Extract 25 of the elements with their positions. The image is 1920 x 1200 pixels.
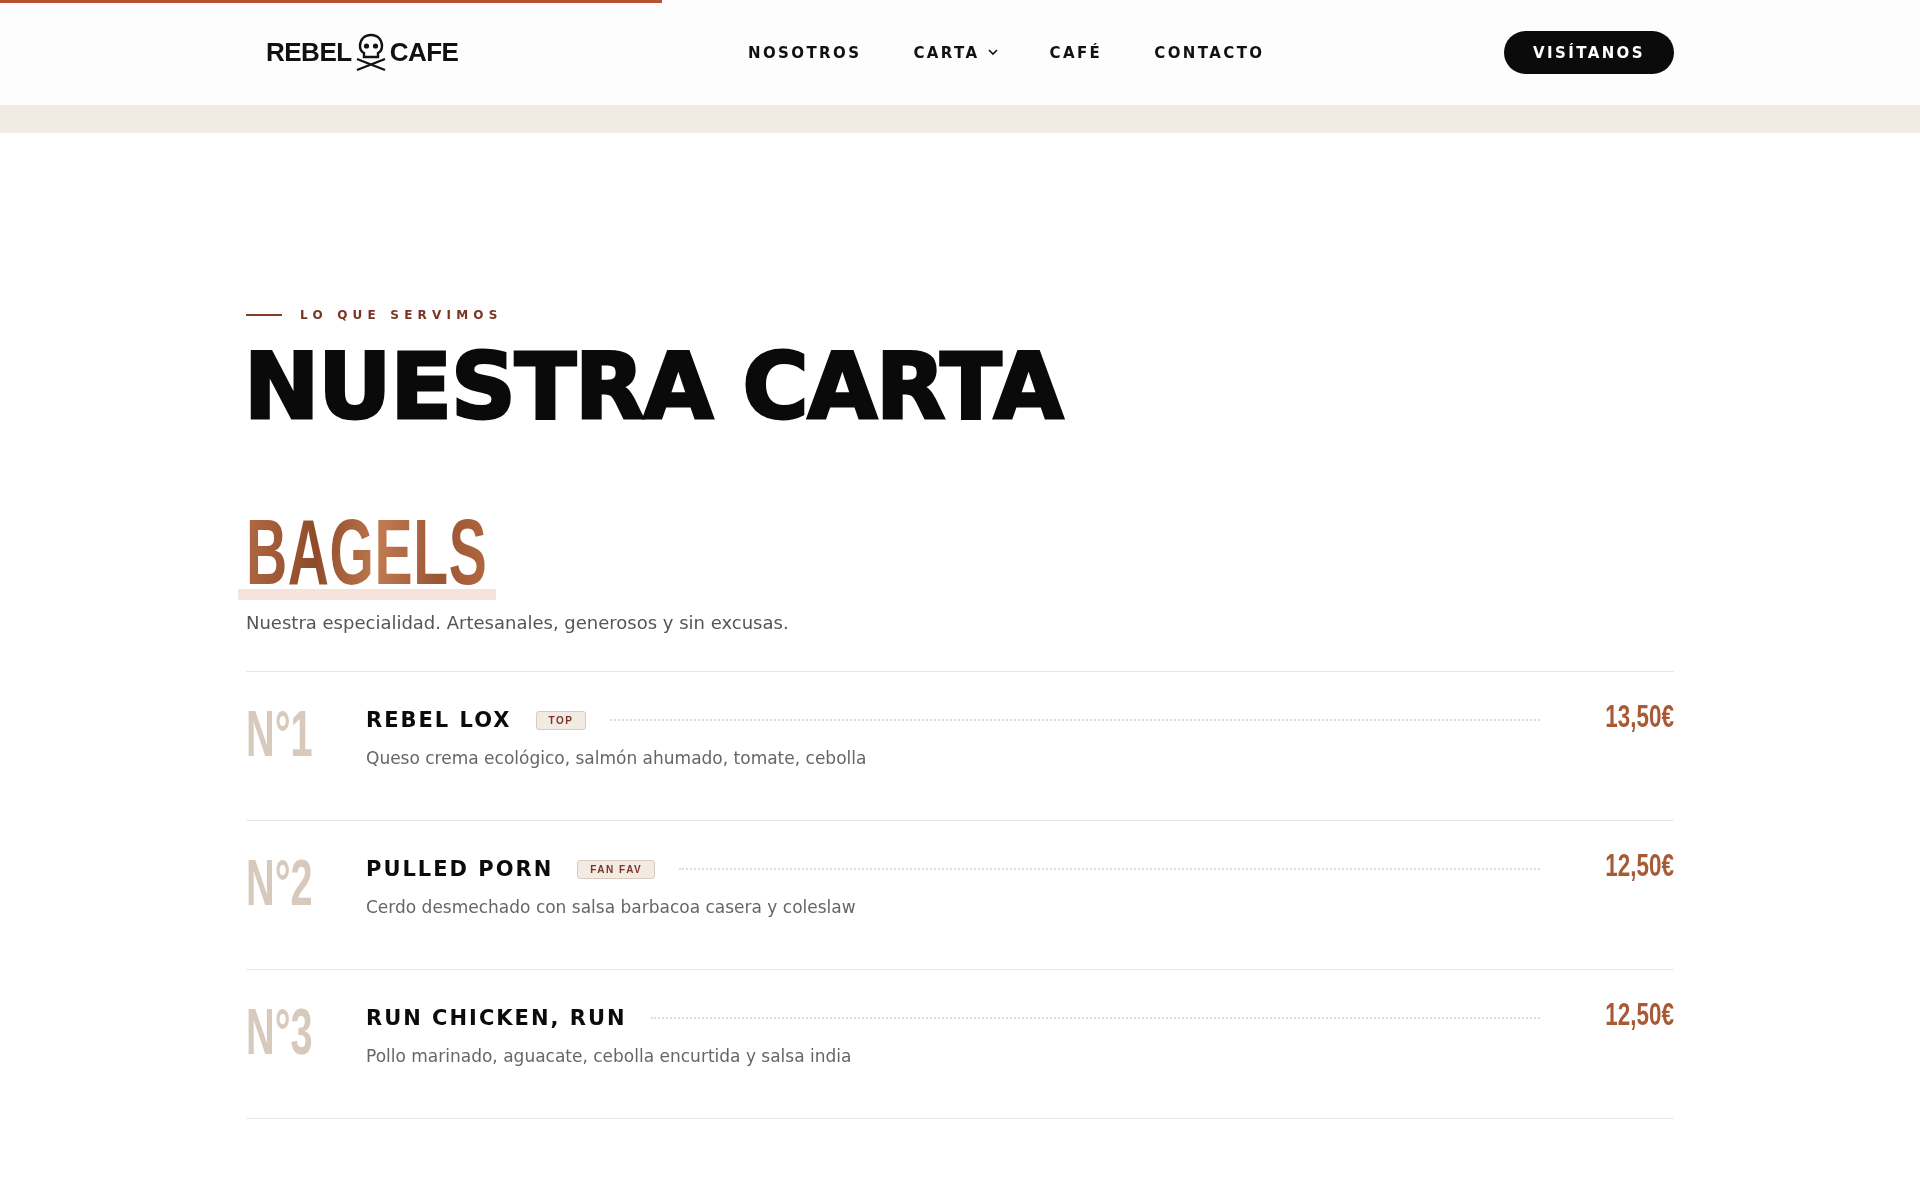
item-description: Queso crema ecológico, salmón ahumado, tomate, cebolla bbox=[366, 748, 868, 768]
item-price: 12,50€ bbox=[1605, 846, 1674, 884]
item-price: 13,50€ bbox=[1605, 697, 1674, 735]
category-subtitle: Nuestra especialidad. Artesanales, generosos y sin excusas. bbox=[246, 612, 790, 633]
item-number: N°2 bbox=[246, 851, 313, 915]
item-name: PULLED PORN bbox=[366, 857, 554, 881]
item-name: RUN CHICKEN, RUN bbox=[366, 1006, 627, 1030]
item-price: 12,50€ bbox=[1605, 995, 1674, 1033]
nav-link[interactable]: NOSOTROS bbox=[747, 43, 862, 62]
item-name: REBEL LOX bbox=[366, 708, 512, 732]
item-number: N°3 bbox=[246, 1000, 313, 1064]
item-tag: TOP bbox=[535, 710, 587, 730]
item-description: Pollo marinado, aguacate, cebolla encurtida y salsa india bbox=[366, 1046, 853, 1066]
caret-icon bbox=[987, 49, 998, 56]
item-tag: FAN FAV bbox=[577, 859, 656, 879]
logo-text[interactable]: CAFE bbox=[389, 37, 459, 68]
logo-text[interactable]: REBEL bbox=[266, 37, 352, 68]
item-description: Cerdo desmechado con salsa barbacoa casera y coleslaw bbox=[366, 897, 857, 917]
section-eyebrow: LO QUE SERVIMOS bbox=[300, 308, 503, 322]
nav-link[interactable]: CAFÉ bbox=[1049, 43, 1103, 62]
item-number: N°1 bbox=[246, 702, 313, 766]
nav-link[interactable]: CARTA bbox=[913, 43, 998, 62]
visit-button[interactable]: VISÍTANOS bbox=[1504, 31, 1674, 74]
nav-link[interactable]: CONTACTO bbox=[1154, 43, 1265, 62]
page-title: NUESTRA CARTA bbox=[244, 342, 1064, 432]
